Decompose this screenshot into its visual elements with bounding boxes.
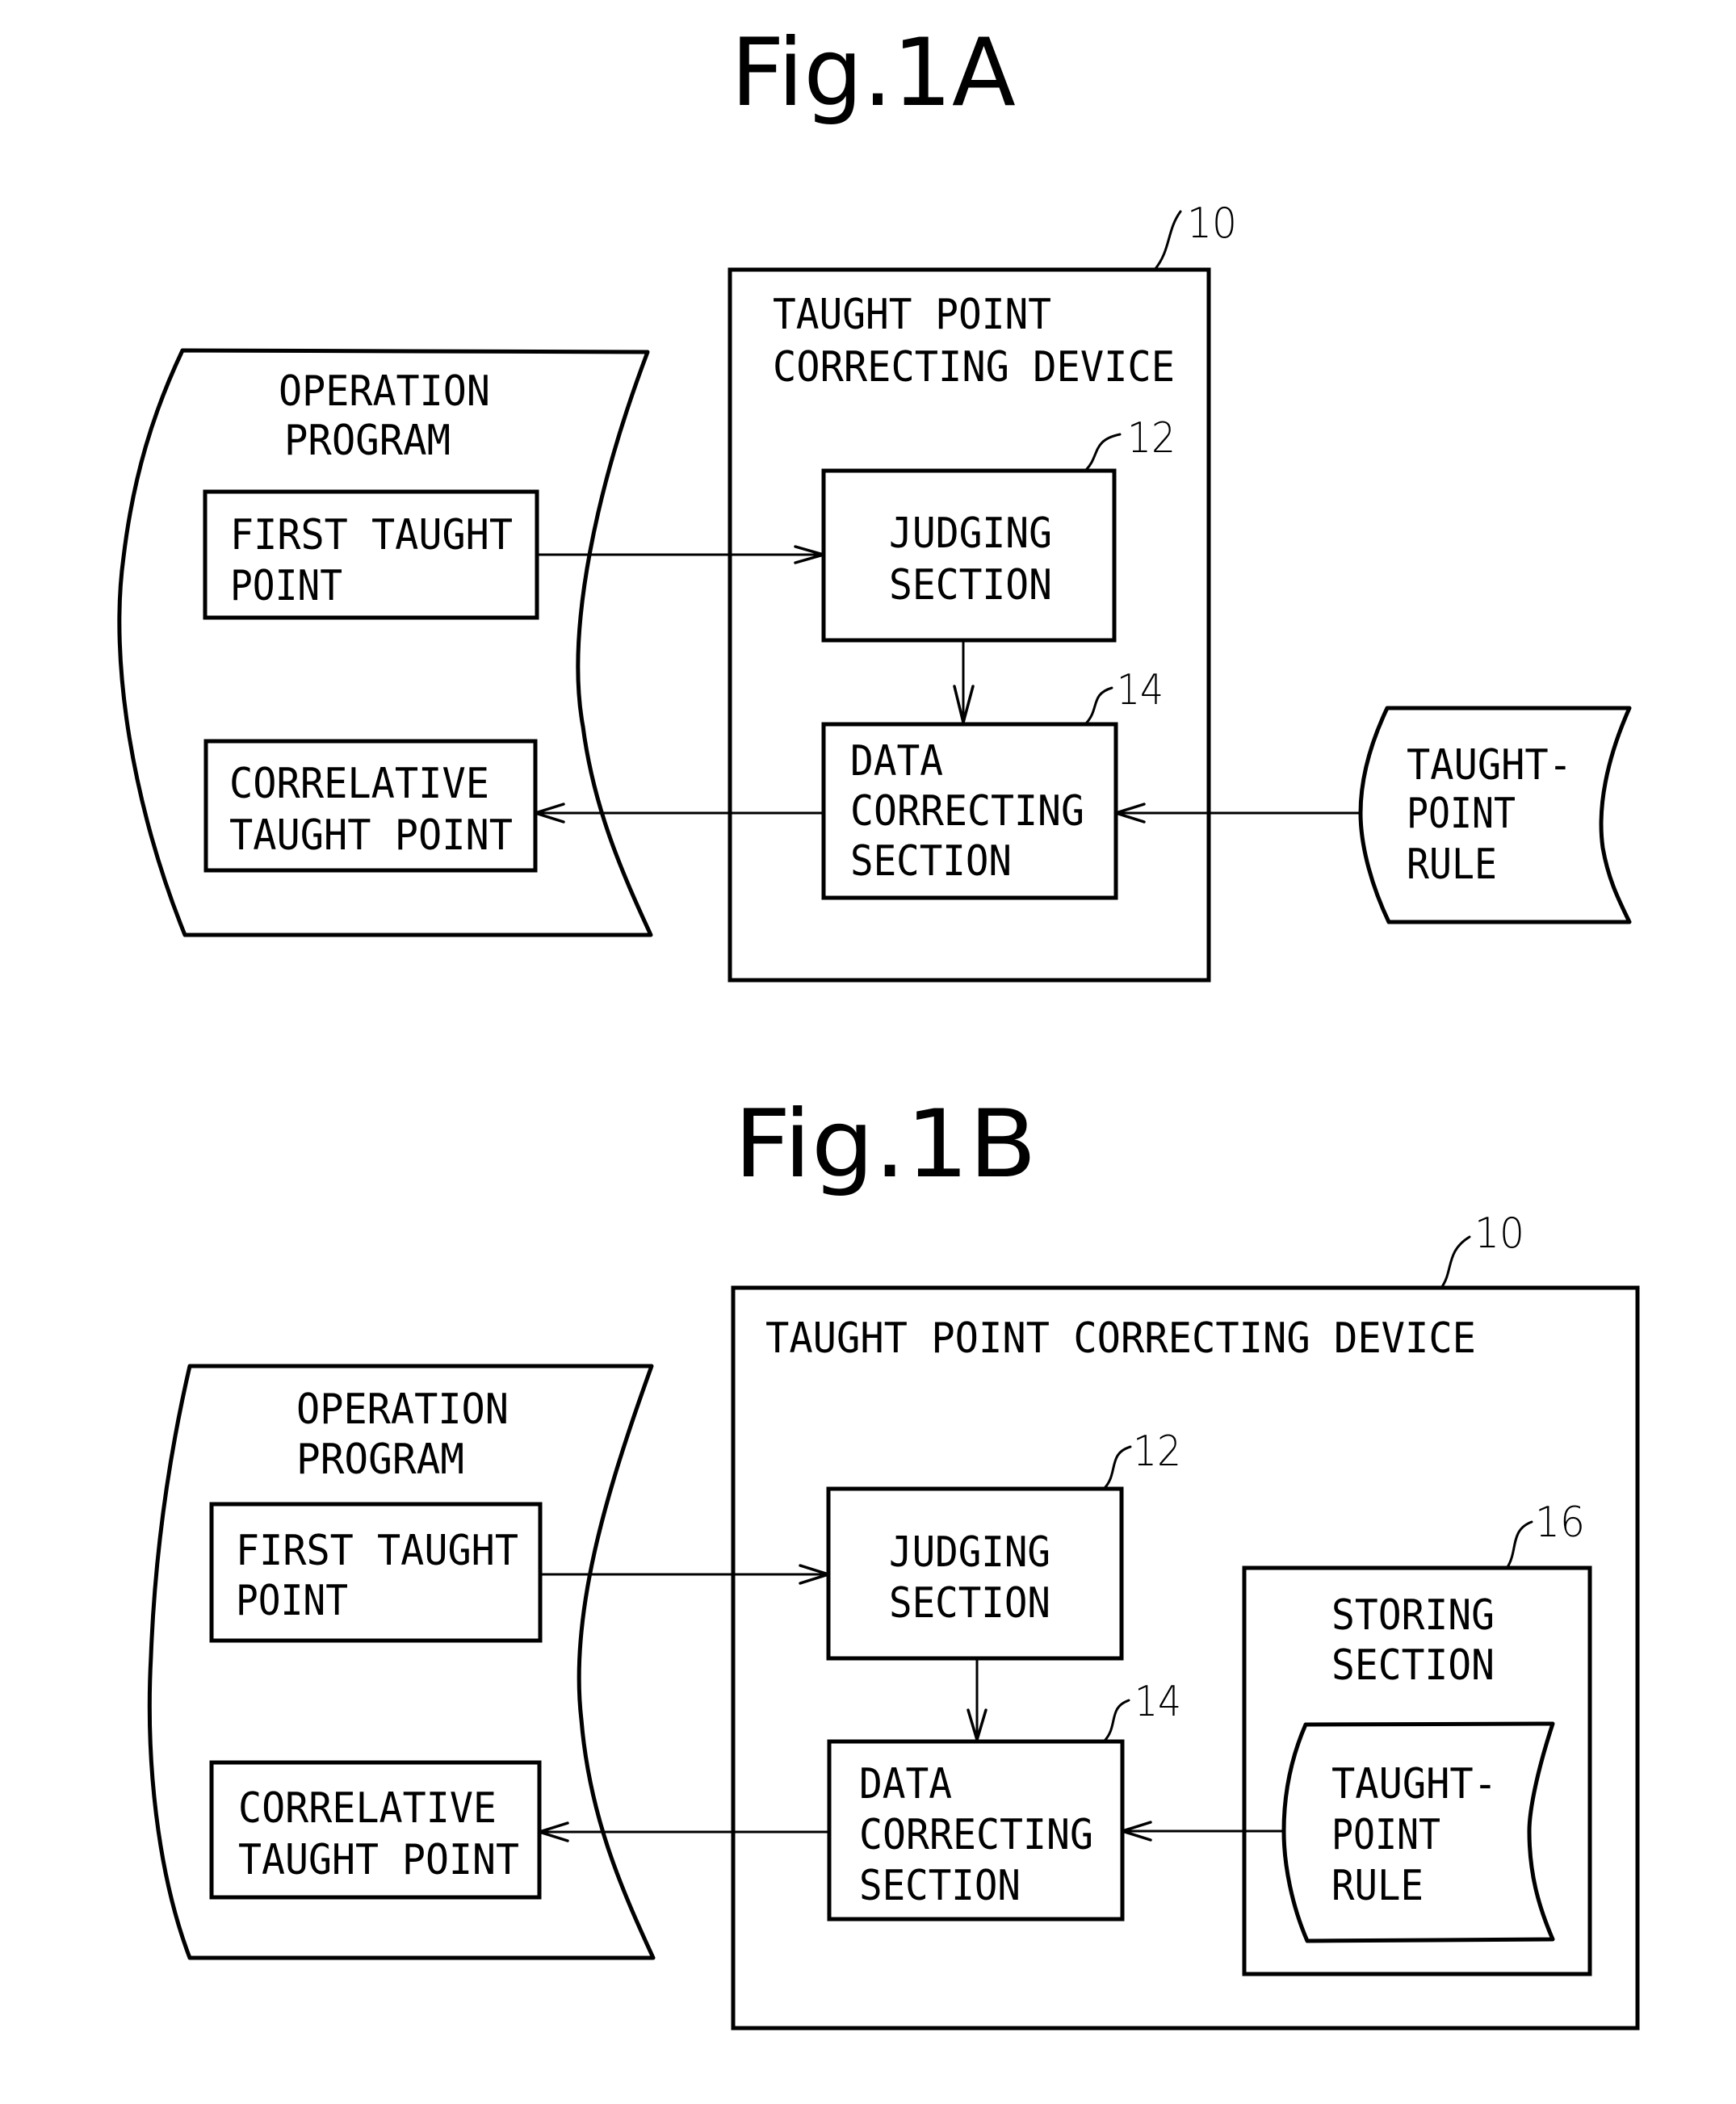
correlative-taught-point-box: CORRELATIVE TAUGHT POINT <box>209 1760 542 1900</box>
patent-figure-sheet: Fig.1A 10 TAUGHT POINT CORRECTING DEVICE… <box>0 0 1736 2104</box>
correlative-taught-point-line-2: TAUGHT POINT <box>238 1836 519 1884</box>
operation-program-label-line-1: OPERATION <box>279 367 490 416</box>
figure-title: Fig.1B <box>734 1090 1037 1199</box>
correlative-taught-point-line-1: CORRELATIVE <box>229 760 489 808</box>
judging-section-line-1: JUDGING <box>889 509 1052 558</box>
data-correcting-section-line-1: DATA <box>859 1760 952 1809</box>
operation-program-label-line-2: PROGRAM <box>296 1435 464 1484</box>
taught-point-rule-line-2: POINT <box>1407 790 1516 838</box>
taught-point-rule-line-1: TAUGHT- <box>1407 741 1572 790</box>
storing-section-line-2: SECTION <box>1331 1641 1495 1690</box>
data-correcting-section-line-2: CORRECTING <box>850 787 1084 836</box>
device-label-line-2: CORRECTING DEVICE <box>773 343 1175 392</box>
device-label-line-1: TAUGHT POINT <box>773 291 1051 339</box>
operation-program-label-line-2: PROGRAM <box>284 417 451 465</box>
taught-point-rule-line-1: TAUGHT- <box>1331 1760 1497 1809</box>
correlative-taught-point-box: CORRELATIVE TAUGHT POINT <box>203 739 538 873</box>
correlative-taught-point-line-1: CORRELATIVE <box>238 1784 497 1833</box>
data-correcting-section-line-2: CORRECTING <box>859 1811 1093 1859</box>
first-taught-point-line-1: FIRST TAUGHT <box>230 511 513 560</box>
data-correcting-section-line-3: SECTION <box>859 1862 1021 1910</box>
storing-section-line-1: STORING <box>1331 1591 1495 1640</box>
judging-section-line-2: SECTION <box>889 561 1052 610</box>
first-taught-point-box: FIRST TAUGHT POINT <box>209 1502 543 1643</box>
device-label: TAUGHT POINT CORRECTING DEVICE <box>765 1314 1476 1363</box>
reference-numeral: 12 <box>1133 1427 1181 1476</box>
operation-program-label-line-1: OPERATION <box>296 1385 509 1434</box>
reference-numeral: 12 <box>1127 414 1176 463</box>
reference-numeral: 10 <box>1474 1209 1524 1258</box>
reference-numeral: 16 <box>1535 1498 1585 1547</box>
reference-numeral: 14 <box>1117 666 1164 715</box>
taught-point-rule-line-3: RULE <box>1407 840 1497 889</box>
figure-title: Fig.1A <box>731 19 1016 128</box>
first-taught-point-line-1: FIRST TAUGHT <box>236 1527 518 1575</box>
first-taught-point-line-2: POINT <box>230 562 342 610</box>
first-taught-point-box: FIRST TAUGHT POINT <box>203 489 539 620</box>
judging-section-line-2: SECTION <box>889 1579 1050 1628</box>
data-correcting-section-line-1: DATA <box>850 737 943 786</box>
reference-numeral: 10 <box>1187 199 1237 248</box>
correlative-taught-point-line-2: TAUGHT POINT <box>229 811 513 860</box>
storing-section: 16 STORING SECTION TAUGHT- POINT RULE <box>1242 1498 1592 1976</box>
data-correcting-section-line-3: SECTION <box>850 837 1012 886</box>
reference-numeral: 14 <box>1134 1678 1181 1726</box>
first-taught-point-line-2: POINT <box>236 1577 348 1625</box>
taught-point-rule-line-2: POINT <box>1331 1811 1440 1859</box>
taught-point-rule-line-3: RULE <box>1331 1862 1424 1910</box>
judging-section-line-1: JUDGING <box>889 1528 1050 1577</box>
